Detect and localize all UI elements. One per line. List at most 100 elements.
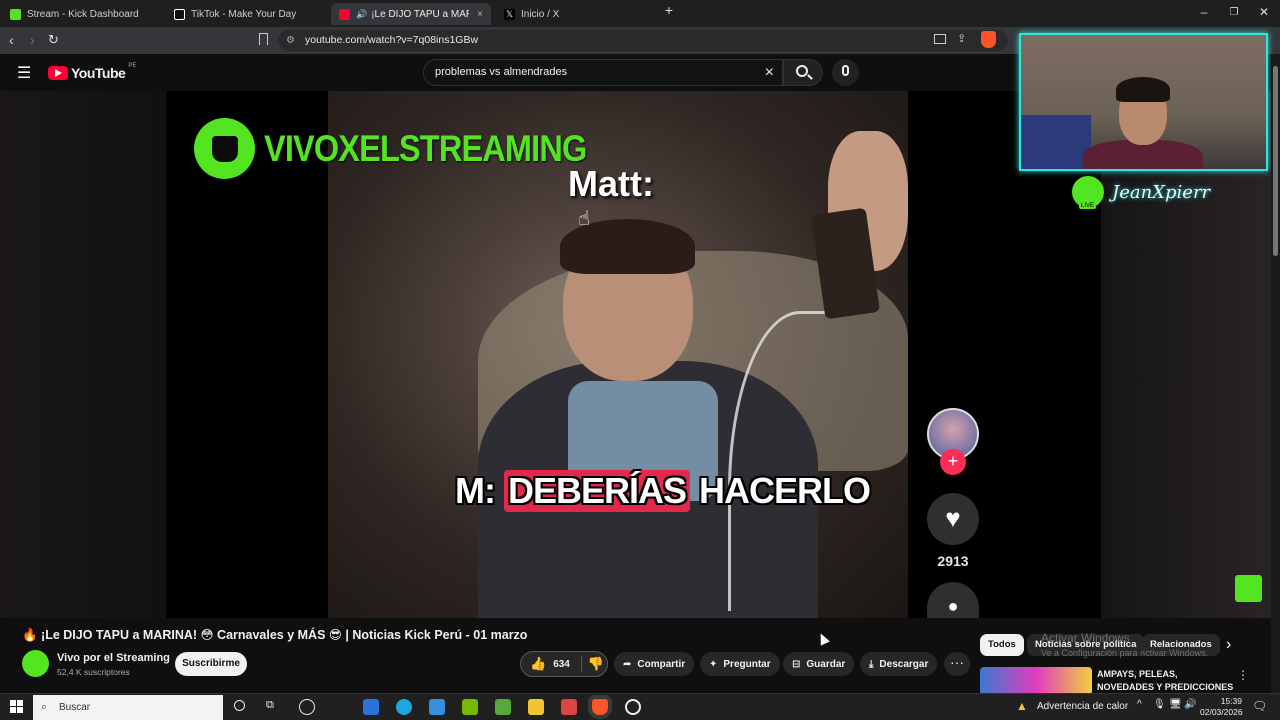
- search-input[interactable]: problemas vs almendrades ×: [423, 59, 783, 86]
- minimize-icon[interactable]: –: [1196, 5, 1212, 19]
- webcam-overlay: [1019, 33, 1268, 171]
- brand-logo-icon: [194, 118, 255, 179]
- tiktok-like-count: 2913: [937, 553, 969, 569]
- channel-name[interactable]: Vivo por el Streaming: [57, 652, 170, 664]
- chip-todos[interactable]: Todos: [980, 634, 1024, 656]
- like-dislike-group: 👍 634 👎: [520, 651, 608, 677]
- mic-tray-icon[interactable]: 🎙: [1153, 699, 1166, 710]
- taskbar-search-placeholder: Buscar: [59, 702, 91, 713]
- divider: [580, 656, 582, 672]
- microphone-icon: [842, 65, 849, 76]
- kick-icon: [10, 8, 21, 20]
- cortana-icon[interactable]: [234, 700, 245, 711]
- recommended-thumbnail[interactable]: [980, 667, 1092, 695]
- clock[interactable]: 15:39 02/03/2026: [1200, 696, 1243, 718]
- forward-icon[interactable]: ›: [30, 32, 35, 48]
- weather-alert[interactable]: Advertencia de calor: [1037, 701, 1128, 712]
- restore-icon[interactable]: ❐: [1226, 7, 1242, 18]
- recommended-menu-icon[interactable]: ⋮: [1237, 668, 1249, 682]
- close-window-icon[interactable]: ✕: [1256, 5, 1272, 19]
- share-page-icon[interactable]: ⇪: [957, 32, 966, 45]
- live-badge: LIVE: [1079, 203, 1097, 209]
- ask-button[interactable]: ✦ Preguntar: [700, 652, 780, 676]
- share-label: Compartir: [637, 658, 686, 670]
- streamer-avatar: LIVE: [1072, 176, 1104, 209]
- minecraft-icon[interactable]: [495, 699, 511, 715]
- network-icon[interactable]: 🖥: [1169, 699, 1182, 710]
- windows-taskbar: ⌕ Buscar ⧉ ▲ Advertencia de calor ^ 🎙 🖥 …: [0, 693, 1280, 720]
- share-icon: ➦: [623, 658, 632, 670]
- nvidia-icon[interactable]: [462, 699, 478, 715]
- app-icon[interactable]: [561, 699, 577, 715]
- speedometer-icon[interactable]: [299, 699, 315, 715]
- streamer-name: JeanXpierr: [1112, 181, 1211, 203]
- share-button[interactable]: ➦ Compartir: [614, 652, 695, 676]
- taskbar-search[interactable]: ⌕ Buscar: [33, 695, 223, 720]
- follow-plus-icon[interactable]: +: [940, 449, 966, 475]
- folder-icon[interactable]: [528, 699, 544, 715]
- menu-icon[interactable]: ☰: [17, 63, 31, 83]
- like-icon[interactable]: 👍: [530, 656, 546, 672]
- corner-logo-icon: [1235, 575, 1262, 602]
- dislike-icon[interactable]: 👎: [588, 656, 604, 672]
- more-actions-button[interactable]: ···: [944, 652, 970, 676]
- sparkle-icon: ✦: [709, 658, 718, 670]
- url-text: youtube.com/watch?v=7q08ins1GBw: [305, 34, 479, 46]
- site-info-icon[interactable]: ⚙: [286, 30, 295, 51]
- next-chips-icon[interactable]: ›: [1226, 636, 1231, 654]
- subscribe-button[interactable]: Suscribirme: [175, 652, 247, 676]
- youtube-play-icon: [48, 66, 68, 80]
- task-view-icon[interactable]: ⧉: [266, 699, 274, 712]
- activate-windows-title: Activar Windows: [1041, 631, 1130, 645]
- caption-prefix: M:: [455, 470, 496, 511]
- notifications-icon[interactable]: 🗨: [1252, 699, 1267, 713]
- download-button[interactable]: ⤓ Descargar: [860, 652, 938, 676]
- brave-icon[interactable]: [592, 699, 608, 715]
- heart-icon[interactable]: ♥: [927, 493, 979, 545]
- save-icon: ⊟: [792, 658, 801, 670]
- brave-shield-icon[interactable]: [981, 31, 996, 48]
- voice-search-button[interactable]: [832, 59, 859, 86]
- warning-icon: ▲: [1016, 699, 1028, 713]
- like-count[interactable]: 634: [553, 659, 570, 670]
- search-button[interactable]: [783, 59, 823, 86]
- youtube-logo[interactable]: YouTube PE: [48, 63, 136, 81]
- reload-icon[interactable]: ↻: [48, 32, 59, 48]
- mail-icon[interactable]: [429, 699, 445, 715]
- streamer-tag: LIVE JeanXpierr: [1072, 176, 1211, 209]
- obs-icon[interactable]: [625, 699, 641, 715]
- pointer-cursor-icon: [816, 631, 830, 646]
- caption-highlight: DEBERÍAS: [504, 470, 691, 512]
- tab-x[interactable]: 𝕏 Inicio / X: [496, 3, 661, 25]
- edge-icon[interactable]: [396, 699, 412, 715]
- windows-start-icon[interactable]: [10, 700, 23, 713]
- tab-youtube-active[interactable]: 🔊 ¡Le DIJO TAPU a MARINA! ×: [331, 3, 491, 25]
- video-title: 🔥 ¡Le DIJO TAPU a MARINA! 😳 Carnavales y…: [22, 628, 528, 642]
- tab-label: Stream - Kick Dashboard: [27, 8, 139, 20]
- search-icon: ⌕: [41, 701, 48, 713]
- activate-windows-sub: Ve a Configuración para activar Windows.: [1041, 648, 1209, 658]
- new-tab-button[interactable]: +: [661, 2, 677, 18]
- scrollbar-thumb[interactable]: [1273, 66, 1278, 256]
- tab-tiktok[interactable]: TikTok - Make Your Day: [166, 3, 326, 25]
- channel-avatar[interactable]: [22, 650, 49, 677]
- channel-watermark: VIVOXELSTREAMING: [194, 118, 630, 179]
- tab-kick-dashboard[interactable]: Stream - Kick Dashboard: [2, 3, 162, 25]
- tray-chevron-icon[interactable]: ^: [1137, 699, 1142, 710]
- url-field[interactable]: ⚙ youtube.com/watch?v=7q08ins1GBw: [278, 30, 1008, 51]
- close-tab-icon[interactable]: ×: [477, 9, 483, 20]
- clear-search-icon[interactable]: ×: [765, 60, 774, 85]
- overlay-speaker-label: Matt:: [568, 163, 654, 204]
- save-button[interactable]: ⊟ Guardar: [783, 652, 855, 676]
- video-caption: M: DEBERÍAS HACERLO: [455, 470, 871, 512]
- cast-icon[interactable]: [934, 34, 946, 44]
- speaker-icon: 🔊: [356, 8, 368, 19]
- back-icon[interactable]: ‹: [9, 32, 14, 48]
- bookmark-icon[interactable]: [259, 33, 268, 45]
- download-label: Descargar: [879, 658, 929, 670]
- volume-icon[interactable]: 🔊: [1184, 699, 1196, 710]
- store-icon[interactable]: [363, 699, 379, 715]
- tiktok-icon: [174, 8, 185, 20]
- tab-label: Inicio / X: [521, 8, 560, 20]
- subscriber-count: 52,4 K suscriptores: [57, 667, 130, 677]
